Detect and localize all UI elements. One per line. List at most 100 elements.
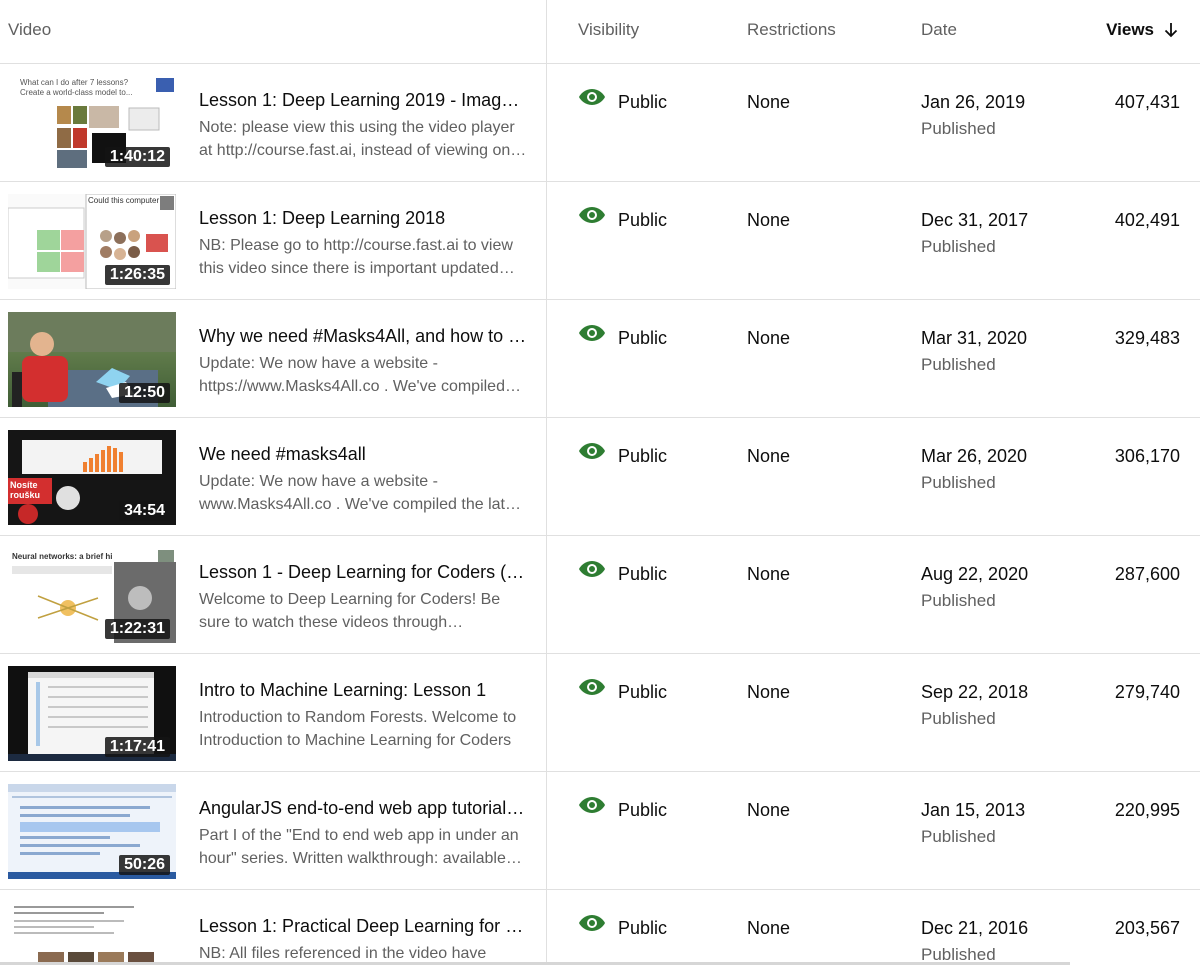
visibility-status[interactable]: Public [578,558,667,586]
eye-icon [579,561,605,577]
view-count: 402,491 [1114,210,1180,230]
video-title[interactable]: Lesson 1 - Deep Learning for Coders (202… [199,560,529,584]
table-row[interactable]: 1:17:41 Intro to Machine Learning: Lesso… [0,654,1200,772]
publish-date: Mar 31, 2020 [921,328,1028,348]
publish-status: Published [921,945,996,962]
video-description: Note: please view this using the video p… [199,119,515,159]
table-row[interactable]: What can I do after 7 lessons? Create a … [0,64,1200,182]
eye-icon [579,89,605,105]
visibility-label: Public [618,800,668,820]
visibility-label: Public [618,918,668,938]
restrictions-value: None [747,682,791,702]
video-title[interactable]: Lesson 1: Deep Learning 2019 - Image cla… [199,88,529,112]
view-count: 407,431 [1114,92,1180,112]
visibility-status[interactable]: Public [578,204,667,232]
visibility-label: Public [618,92,668,112]
publish-status: Published [921,827,996,846]
thumbnail-caption: What can I do after 7 lessons? Create a … [20,78,133,97]
video-duration: 34:54 [119,501,170,521]
restrictions-value: None [747,564,791,584]
video-thumbnail[interactable]: What can I do after 7 lessons? Create a … [8,76,176,171]
video-title[interactable]: Why we need #Masks4All, and how to make … [199,324,529,348]
publish-status: Published [921,473,996,492]
video-title[interactable]: Lesson 1: Practical Deep Learning for Co… [199,914,529,938]
publish-status: Published [921,237,996,256]
publish-date: Mar 26, 2020 [921,446,1028,466]
view-count: 203,567 [1114,918,1180,938]
view-count: 279,740 [1114,682,1180,702]
video-duration: 1:26:35 [104,265,170,285]
table-row[interactable]: Lesson 1: Practical Deep Learning for Co… [0,890,1200,962]
publish-status: Published [921,355,996,374]
column-header-restrictions[interactable]: Restrictions [747,19,836,41]
table-row[interactable]: Nosíte roušku 34:54 We need #masks4all U… [0,418,1200,536]
eye-icon [579,207,605,223]
video-title[interactable]: Lesson 1: Deep Learning 2018 [199,206,529,230]
video-thumbnail[interactable]: Neural networks: a brief history 1:22:31 [8,548,176,643]
video-title[interactable]: We need #masks4all [199,442,529,466]
video-duration: 12:50 [119,383,170,403]
restrictions-value: None [747,918,791,938]
publish-date: Dec 21, 2016 [921,918,1029,938]
video-duration: 1:40:12 [104,147,170,167]
visibility-label: Public [618,328,668,348]
visibility-status[interactable]: Public [578,322,667,350]
video-title[interactable]: Intro to Machine Learning: Lesson 1 [199,678,529,702]
restrictions-value: None [747,92,791,112]
thumbnail-caption: Nosíte roušku [10,480,41,500]
video-thumbnail[interactable]: 50:26 [8,784,176,879]
eye-icon [579,325,605,341]
column-header-views[interactable]: Views [1106,19,1180,41]
publish-date: Jan 26, 2019 [921,92,1026,112]
table-row[interactable]: Neural networks: a brief history 1:22:31… [0,536,1200,654]
publish-status: Published [921,709,996,728]
visibility-label: Public [618,564,668,584]
restrictions-value: None [747,446,791,466]
visibility-label: Public [618,682,668,702]
video-table: Video Visibility Restrictions Date Views [0,0,1200,969]
column-header-visibility[interactable]: Visibility [578,19,639,41]
view-count: 287,600 [1114,564,1180,584]
column-header-video[interactable]: Video [8,19,51,41]
column-header-date[interactable]: Date [921,19,957,41]
visibility-status[interactable]: Public [578,440,667,468]
video-duration: 1:17:41 [104,737,170,757]
visibility-status[interactable]: Public [578,912,667,940]
view-count: 329,483 [1114,328,1180,348]
horizontal-scrollbar[interactable] [0,962,1070,965]
video-thumbnail[interactable]: 12:50 [8,312,176,407]
video-title[interactable]: AngularJS end-to-end web app tutorial Pa… [199,796,529,820]
publish-date: Dec 31, 2017 [921,210,1029,230]
eye-icon [579,797,605,813]
restrictions-value: None [747,800,791,820]
thumbnail-image [8,902,176,962]
video-duration: 1:22:31 [104,619,170,639]
visibility-label: Public [618,446,668,466]
table-row[interactable]: 12:50 Why we need #Masks4All, and how to… [0,300,1200,418]
publish-date: Aug 22, 2020 [921,564,1029,584]
visibility-status[interactable]: Public [578,794,667,822]
publish-date: Sep 22, 2018 [921,682,1029,702]
view-count: 220,995 [1114,800,1180,820]
thumbnail-caption: Neural networks: a brief history [12,552,112,561]
table-row[interactable]: 50:26 AngularJS end-to-end web app tutor… [0,772,1200,890]
visibility-status[interactable]: Public [578,86,667,114]
eye-icon [579,443,605,459]
publish-status: Published [921,119,996,138]
visibility-status[interactable]: Public [578,676,667,704]
visibility-label: Public [618,210,668,230]
view-count: 306,170 [1114,446,1180,466]
eye-icon [579,915,605,931]
table-header: Video Visibility Restrictions Date Views [0,0,1200,64]
publish-date: Jan 15, 2013 [921,800,1026,820]
arrow-down-icon [1164,23,1178,38]
table-row[interactable]: Could this computer save your life? 1:26… [0,182,1200,300]
video-thumbnail[interactable]: 1:17:41 [8,666,176,761]
video-description: Welcome to Deep Learning for Coders! Be … [199,591,501,631]
video-thumbnail[interactable] [8,902,176,962]
publish-status: Published [921,591,996,610]
restrictions-value: None [747,328,791,348]
video-thumbnail[interactable]: Could this computer save your life? 1:26… [8,194,176,289]
restrictions-value: None [747,210,791,230]
video-thumbnail[interactable]: Nosíte roušku 34:54 [8,430,176,525]
